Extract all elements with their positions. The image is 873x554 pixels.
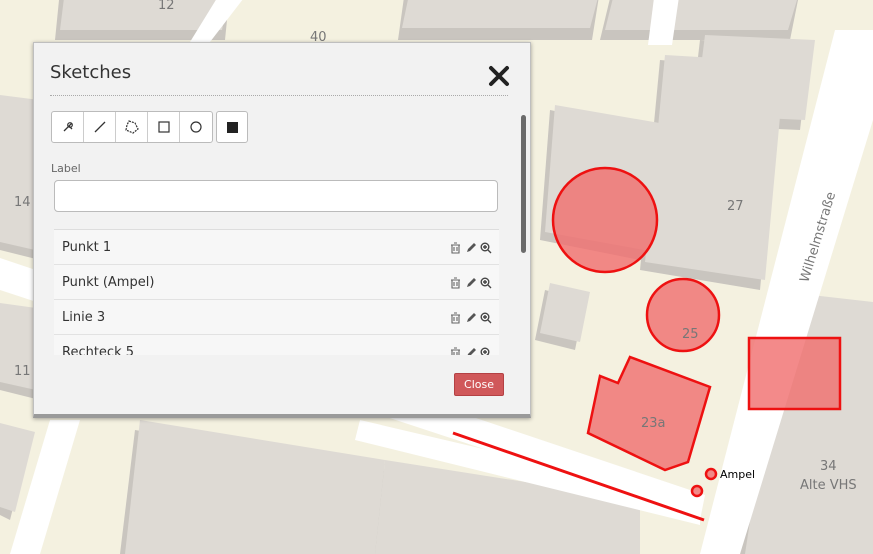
map-marker-label: Ampel xyxy=(720,468,755,481)
sketch-point xyxy=(704,467,718,481)
map-house-number: 11 xyxy=(14,364,31,379)
close-button[interactable]: Close xyxy=(454,373,504,396)
label-input[interactable] xyxy=(54,180,498,212)
item-actions xyxy=(449,276,492,289)
trash-icon[interactable] xyxy=(449,241,462,254)
item-actions xyxy=(449,346,492,355)
sketches-panel: Sketches Label Punkt 1 Punkt (Ampel) Lin… xyxy=(33,42,531,418)
pencil-icon[interactable] xyxy=(464,346,477,355)
circle-icon[interactable] xyxy=(180,112,212,142)
item-actions xyxy=(449,311,492,324)
trash-icon[interactable] xyxy=(449,346,462,355)
sketch-circle xyxy=(551,166,659,274)
sketch-point xyxy=(690,484,704,498)
item-name: Linie 3 xyxy=(62,310,106,325)
tool-group xyxy=(51,111,213,143)
map-house-number: 23a xyxy=(641,416,666,431)
zoom-icon[interactable] xyxy=(479,241,492,254)
list-item[interactable]: Punkt 1 xyxy=(54,230,499,265)
pencil-icon[interactable] xyxy=(464,241,477,254)
pencil-icon[interactable] xyxy=(464,311,477,324)
zoom-icon[interactable] xyxy=(479,276,492,289)
item-name: Punkt 1 xyxy=(62,240,112,255)
trash-icon[interactable] xyxy=(449,311,462,324)
scrollbar-thumb[interactable] xyxy=(521,115,526,253)
trash-icon[interactable] xyxy=(449,276,462,289)
sketch-list: Punkt 1 Punkt (Ampel) Linie 3 Rechteck 5 xyxy=(54,229,499,355)
title-divider xyxy=(50,95,508,96)
polygon-icon[interactable] xyxy=(116,112,148,142)
label-caption: Label xyxy=(51,162,81,175)
list-item[interactable]: Linie 3 xyxy=(54,300,499,335)
map-house-number: 25 xyxy=(682,327,699,342)
map-poi-label: Alte VHS xyxy=(800,478,857,493)
close-icon[interactable] xyxy=(488,65,510,87)
line-icon[interactable] xyxy=(84,112,116,142)
color-swatch xyxy=(226,121,238,133)
marker-icon[interactable] xyxy=(52,112,84,142)
map-house-number: 12 xyxy=(158,0,175,13)
list-item[interactable]: Punkt (Ampel) xyxy=(54,265,499,300)
drawing-toolbar xyxy=(51,111,248,143)
list-item[interactable]: Rechteck 5 xyxy=(54,335,499,355)
zoom-icon[interactable] xyxy=(479,311,492,324)
map-house-number: 27 xyxy=(727,199,744,214)
sketch-rectangle xyxy=(747,336,842,411)
zoom-icon[interactable] xyxy=(479,346,492,355)
list-scrollbar[interactable] xyxy=(521,115,528,355)
item-actions xyxy=(449,241,492,254)
item-name: Punkt (Ampel) xyxy=(62,275,155,290)
map-house-number: 14 xyxy=(14,195,31,210)
color-picker-button[interactable] xyxy=(216,111,248,143)
panel-title: Sketches xyxy=(50,62,132,83)
pencil-icon[interactable] xyxy=(464,276,477,289)
rectangle-icon[interactable] xyxy=(148,112,180,142)
map-house-number: 34 xyxy=(820,459,837,474)
item-name: Rechteck 5 xyxy=(62,345,135,355)
